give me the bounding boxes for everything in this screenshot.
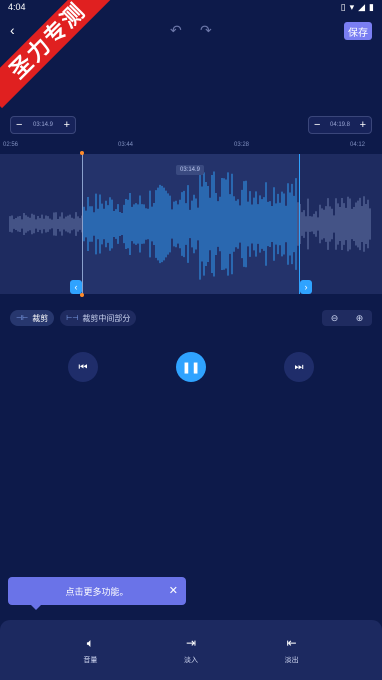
- zoom-out-icon[interactable]: ⊖: [331, 313, 339, 324]
- status-time: 4:04: [8, 2, 26, 12]
- left-trim-line[interactable]: [82, 154, 83, 294]
- zoom-in-icon[interactable]: ⊕: [356, 313, 364, 324]
- back-icon[interactable]: ‹: [10, 22, 24, 40]
- undo-icon[interactable]: ↶: [170, 22, 182, 39]
- cut-middle-icon: ⊢⊣: [66, 315, 79, 322]
- tooltip-arrow: [30, 604, 42, 610]
- skip-previous-icon: ⏮: [78, 361, 88, 373]
- trim-icon: ⊣⊢: [16, 315, 29, 322]
- delete-middle-mode-label: 裁剪中间部分: [82, 313, 131, 323]
- fade-out-tool[interactable]: ⇤ 淡出: [272, 636, 312, 665]
- skip-next-button[interactable]: ⏭: [284, 352, 314, 382]
- signal-icon: ◢: [358, 1, 366, 12]
- delete-middle-mode-button[interactable]: ⊢⊣ 裁剪中间部分: [60, 310, 137, 326]
- pause-icon: ❚❚: [181, 361, 201, 374]
- battery-icon: ▮: [369, 1, 374, 12]
- tooltip-banner: 点击更多功能。 ✕: [8, 577, 186, 610]
- current-time-label: 03:14.9: [176, 165, 205, 175]
- wifi-icon: ▾: [349, 1, 355, 12]
- right-trim-handle[interactable]: ›: [300, 280, 312, 294]
- waveform: [9, 168, 371, 280]
- end-time-box: − 04:19.8 +: [308, 116, 372, 134]
- end-minus-button[interactable]: −: [314, 119, 320, 131]
- close-icon[interactable]: ✕: [169, 584, 178, 597]
- status-icons: ▯ ▾ ◢ ▮: [341, 2, 374, 13]
- trim-mode-label: 裁剪: [32, 313, 49, 323]
- bottom-tool-panel: 🔈︎ 音量 ⇥ 淡入 ⇤ 淡出: [0, 620, 382, 680]
- volume-icon: 🔈︎: [86, 635, 94, 650]
- start-plus-button[interactable]: +: [64, 119, 70, 131]
- trim-mode-button[interactable]: ⊣⊢ 裁剪: [10, 310, 55, 326]
- skip-next-icon: ⏭: [294, 361, 304, 373]
- timeline-ruler: 02:56 03:44 03:28 04:12: [0, 142, 382, 154]
- volume-tool[interactable]: 🔈︎ 音量: [70, 636, 110, 665]
- fade-in-tool[interactable]: ⇥ 淡入: [171, 636, 211, 665]
- pause-button[interactable]: ❚❚: [176, 352, 206, 382]
- watermark-ribbon: 圣力专测: [0, 0, 116, 109]
- playhead-bottom-dot: [80, 293, 84, 297]
- end-plus-button[interactable]: +: [360, 119, 366, 131]
- start-time-value: 03:14.9: [32, 122, 54, 128]
- fade-in-label: 淡入: [183, 656, 198, 664]
- fade-in-icon: ⇥: [185, 635, 197, 650]
- playhead-top-dot: [80, 151, 84, 155]
- ruler-tick-label: 03:28: [234, 142, 250, 148]
- save-button[interactable]: 保存: [344, 22, 372, 40]
- start-time-box: − 03:14.9 +: [10, 116, 76, 134]
- volume-label: 音量: [83, 656, 98, 664]
- vibrate-icon: ▯: [340, 1, 346, 12]
- ruler-tick-label: 02:56: [3, 142, 19, 148]
- left-trim-handle[interactable]: ‹: [70, 280, 82, 294]
- tooltip-text: 点击更多功能。: [65, 586, 129, 597]
- ruler-tick-label: 04:12: [350, 142, 366, 148]
- right-trim-line[interactable]: [299, 154, 300, 294]
- playback-controls: ⏮ ❚❚ ⏭: [0, 352, 382, 382]
- fade-out-icon: ⇤: [286, 635, 297, 650]
- start-minus-button[interactable]: −: [16, 119, 22, 131]
- zoom-controls: ⊖ ⊕: [322, 310, 372, 326]
- skip-previous-button[interactable]: ⏮: [68, 352, 98, 382]
- redo-icon[interactable]: ↷: [200, 22, 212, 39]
- fade-out-label: 淡出: [284, 656, 299, 664]
- end-time-value: 04:19.8: [329, 122, 351, 128]
- edit-mode-row: ⊣⊢ 裁剪 ⊢⊣ 裁剪中间部分: [10, 310, 137, 326]
- ruler-tick-label: 03:44: [118, 142, 134, 148]
